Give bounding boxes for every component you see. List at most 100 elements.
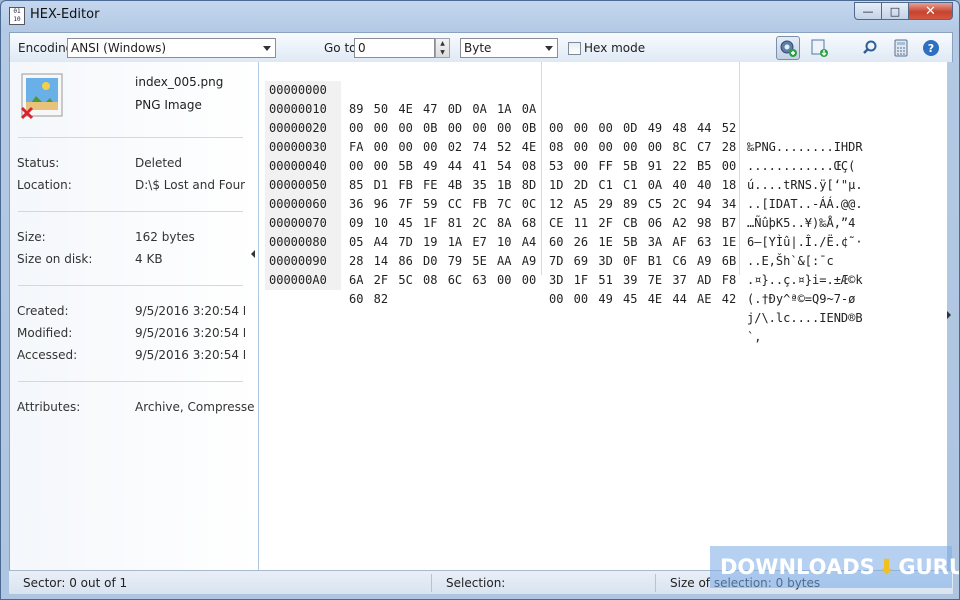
accessed-label: Accessed: xyxy=(17,348,78,362)
stepper-down-icon[interactable]: ▼ xyxy=(436,48,449,57)
hex-bytes-a[interactable]: 28 14 86 D0 79 5E AA A9 xyxy=(349,252,536,271)
divider xyxy=(541,62,542,275)
window-title: HEX-Editor xyxy=(30,7,100,22)
hex-ascii[interactable]: ..[IDAT..-ÁÁ.@@. xyxy=(747,195,863,214)
location-value: D:\$ Lost and Found\F xyxy=(135,178,245,192)
hex-ascii[interactable]: j/\.lc....IEND®B xyxy=(747,309,863,328)
hex-bytes-a[interactable]: 60 82 xyxy=(349,290,388,309)
hex-bytes-a[interactable]: 89 50 4E 47 0D 0A 1A 0A xyxy=(349,100,536,119)
hex-bytes-b[interactable]: 53 00 FF 5B 91 22 B5 00 xyxy=(549,157,736,176)
window-controls: — □ ✕ xyxy=(854,2,953,20)
hex-row[interactable]: 00000010 00 00 00 0B 00 00 00 0B 08 00 0… xyxy=(259,81,855,173)
collapse-left-panel-icon[interactable] xyxy=(251,250,255,258)
hex-ascii[interactable]: ú....tRNS.ÿ[‘"µ. xyxy=(747,176,863,195)
hex-bytes-a[interactable]: FA 00 00 00 02 74 52 4E xyxy=(349,138,536,157)
hex-bytes-a[interactable]: 09 10 45 1F 81 2C 8A 68 xyxy=(349,214,536,233)
file-type: PNG Image xyxy=(135,98,202,112)
status-value: Deleted xyxy=(135,156,183,170)
created-label: Created: xyxy=(17,304,69,318)
help-icon[interactable]: ? xyxy=(919,36,943,60)
hex-bytes-b[interactable]: 3D 1F 51 39 7E 37 AD F8 xyxy=(549,271,736,290)
hex-ascii[interactable]: (.†Ðy^ª©=Q9~7-ø xyxy=(747,290,855,309)
hex-bytes-b[interactable]: 7D 69 3D 0F B1 C6 A9 6B xyxy=(549,252,736,271)
size-on-disk-label: Size on disk: xyxy=(17,252,93,266)
modified-value: 9/5/2016 3:20:54 PM xyxy=(135,326,245,340)
hex-bytes-a[interactable]: 05 A4 7D 19 1A E7 10 A4 xyxy=(349,233,536,252)
hex-ascii[interactable]: .¤}..ç.¤}i=.±Æ©k xyxy=(747,271,863,290)
hex-row[interactable]: 00000030 00 00 5B 49 44 41 54 08 1D 2D C… xyxy=(259,119,863,211)
hex-bytes-b[interactable]: CE 11 2F CB 06 A2 98 B7 xyxy=(549,214,736,233)
hex-row[interactable]: 00000080 28 14 86 D0 79 5E AA A9 3D 1F 5… xyxy=(259,214,855,306)
calculator-icon[interactable] xyxy=(889,36,913,60)
hex-bytes-b[interactable]: 00 00 00 0D 49 48 44 52 xyxy=(549,119,736,138)
hex-bytes-a[interactable]: 36 96 7F 59 CC FB 7C 0C xyxy=(349,195,536,214)
file-name: index_005.png xyxy=(135,75,224,89)
close-button[interactable]: ✕ xyxy=(908,2,953,20)
export-icon[interactable] xyxy=(807,36,831,60)
divider xyxy=(18,381,243,382)
goto-stepper[interactable]: ▲ ▼ xyxy=(435,38,450,58)
hex-bytes-b[interactable]: 60 26 1E 5B 3A AF 63 1E xyxy=(549,233,736,252)
hex-bytes-a[interactable]: 85 D1 FB FE 4B 35 1B 8D xyxy=(349,176,536,195)
hex-bytes-b[interactable]: 00 00 49 45 4E 44 AE 42 xyxy=(549,290,736,309)
hex-row[interactable]: 00000050 36 96 7F 59 CC FB 7C 0C CE 11 2… xyxy=(259,157,863,249)
hex-ascii[interactable]: …ÑûþK5..¥)‰Å,”4 xyxy=(747,214,855,233)
hex-ascii[interactable]: ..E,Šh`&[:¯c xyxy=(747,252,834,271)
goto-label: Go to xyxy=(324,41,357,55)
size-on-disk-value: 4 KB xyxy=(135,252,163,266)
attributes-value: Archive, Compressed xyxy=(135,400,255,414)
hex-row[interactable]: 00000040 85 D1 FB FE 4B 35 1B 8D 12 A5 2… xyxy=(259,138,855,230)
hex-mode-toggle[interactable]: Hex mode xyxy=(568,41,645,55)
download-arrow-icon: ⬇ xyxy=(877,555,896,579)
collapse-right-panel-icon[interactable] xyxy=(947,311,951,319)
hex-app-icon: 01 10 xyxy=(9,7,25,25)
hex-bytes-a[interactable]: 00 00 00 0B 00 00 00 0B xyxy=(349,119,536,138)
divider xyxy=(739,62,740,275)
hex-row[interactable]: 00000020 FA 00 00 00 02 74 52 4E 53 00 F… xyxy=(259,100,863,192)
hex-ascii[interactable]: `‚ xyxy=(747,328,761,347)
sector-status: Sector: 0 out of 1 xyxy=(23,576,128,590)
hex-bytes-b[interactable]: 1D 2D C1 C1 0A 40 40 18 xyxy=(549,176,736,195)
hex-mode-checkbox[interactable] xyxy=(568,41,581,55)
created-value: 9/5/2016 3:20:54 PM xyxy=(135,304,245,318)
size-value: 162 bytes xyxy=(135,230,195,244)
hex-bytes-a[interactable]: 00 00 5B 49 44 41 54 08 xyxy=(349,157,536,176)
goto-input-value: 0 xyxy=(358,41,366,55)
watermark-left: DOWNLOADS xyxy=(720,555,875,579)
hex-view[interactable]: 00000000 89 50 4E 47 0D 0A 1A 0A 00 00 0… xyxy=(259,62,947,570)
hex-offset: 000000A0 xyxy=(265,271,341,290)
hex-bytes-b[interactable]: 12 A5 29 89 C5 2C 94 34 xyxy=(549,195,736,214)
divider xyxy=(18,211,243,212)
file-properties-panel: index_005.png PNG Image Status: Deleted … xyxy=(9,62,258,570)
encoding-label: Encoding xyxy=(18,41,74,55)
hex-row[interactable]: 000000A0 60 82 `‚ xyxy=(259,252,761,344)
hex-row[interactable]: 00000070 05 A4 7D 19 1A E7 10 A4 7D 69 3… xyxy=(259,195,863,287)
divider xyxy=(18,285,243,286)
hex-row[interactable]: 00000090 6A 2F 5C 08 6C 63 00 00 00 00 4… xyxy=(259,233,863,325)
search-icon[interactable] xyxy=(858,36,882,60)
selection-status: Selection: xyxy=(446,576,506,590)
hex-ascii[interactable]: 6–[YÌû|.Î./Ë.¢˜· xyxy=(747,233,863,252)
goto-input[interactable]: 0 xyxy=(354,38,435,58)
location-label: Location: xyxy=(17,178,72,192)
hex-bytes-b[interactable]: 08 00 00 00 00 8C C7 28 xyxy=(549,138,736,157)
chevron-down-icon xyxy=(263,46,271,51)
title-bar: 01 10 HEX-Editor — □ ✕ xyxy=(1,1,959,31)
hex-row[interactable]: 00000060 09 10 45 1F 81 2C 8A 68 60 26 1… xyxy=(259,176,834,268)
chevron-down-icon xyxy=(545,46,553,51)
hex-ascii[interactable]: ‰PNG........IHDR xyxy=(747,138,863,157)
watermark-right: GURU xyxy=(898,555,960,579)
unit-select[interactable]: Byte xyxy=(460,38,558,58)
unit-select-value: Byte xyxy=(464,41,492,55)
minimize-button[interactable]: — xyxy=(854,2,881,20)
settings-gear-icon[interactable] xyxy=(776,36,800,60)
stepper-up-icon[interactable]: ▲ xyxy=(436,39,449,48)
hex-bytes-a[interactable]: 6A 2F 5C 08 6C 63 00 00 xyxy=(349,271,536,290)
encoding-select-value: ANSI (Windows) xyxy=(71,41,167,55)
hex-ascii[interactable]: ............ŒÇ( xyxy=(747,157,855,176)
hex-mode-label: Hex mode xyxy=(584,41,646,55)
maximize-button[interactable]: □ xyxy=(881,2,908,20)
image-file-icon xyxy=(20,72,64,120)
hex-row[interactable]: 00000000 89 50 4E 47 0D 0A 1A 0A 00 00 0… xyxy=(259,62,863,154)
encoding-select[interactable]: ANSI (Windows) xyxy=(67,38,276,58)
